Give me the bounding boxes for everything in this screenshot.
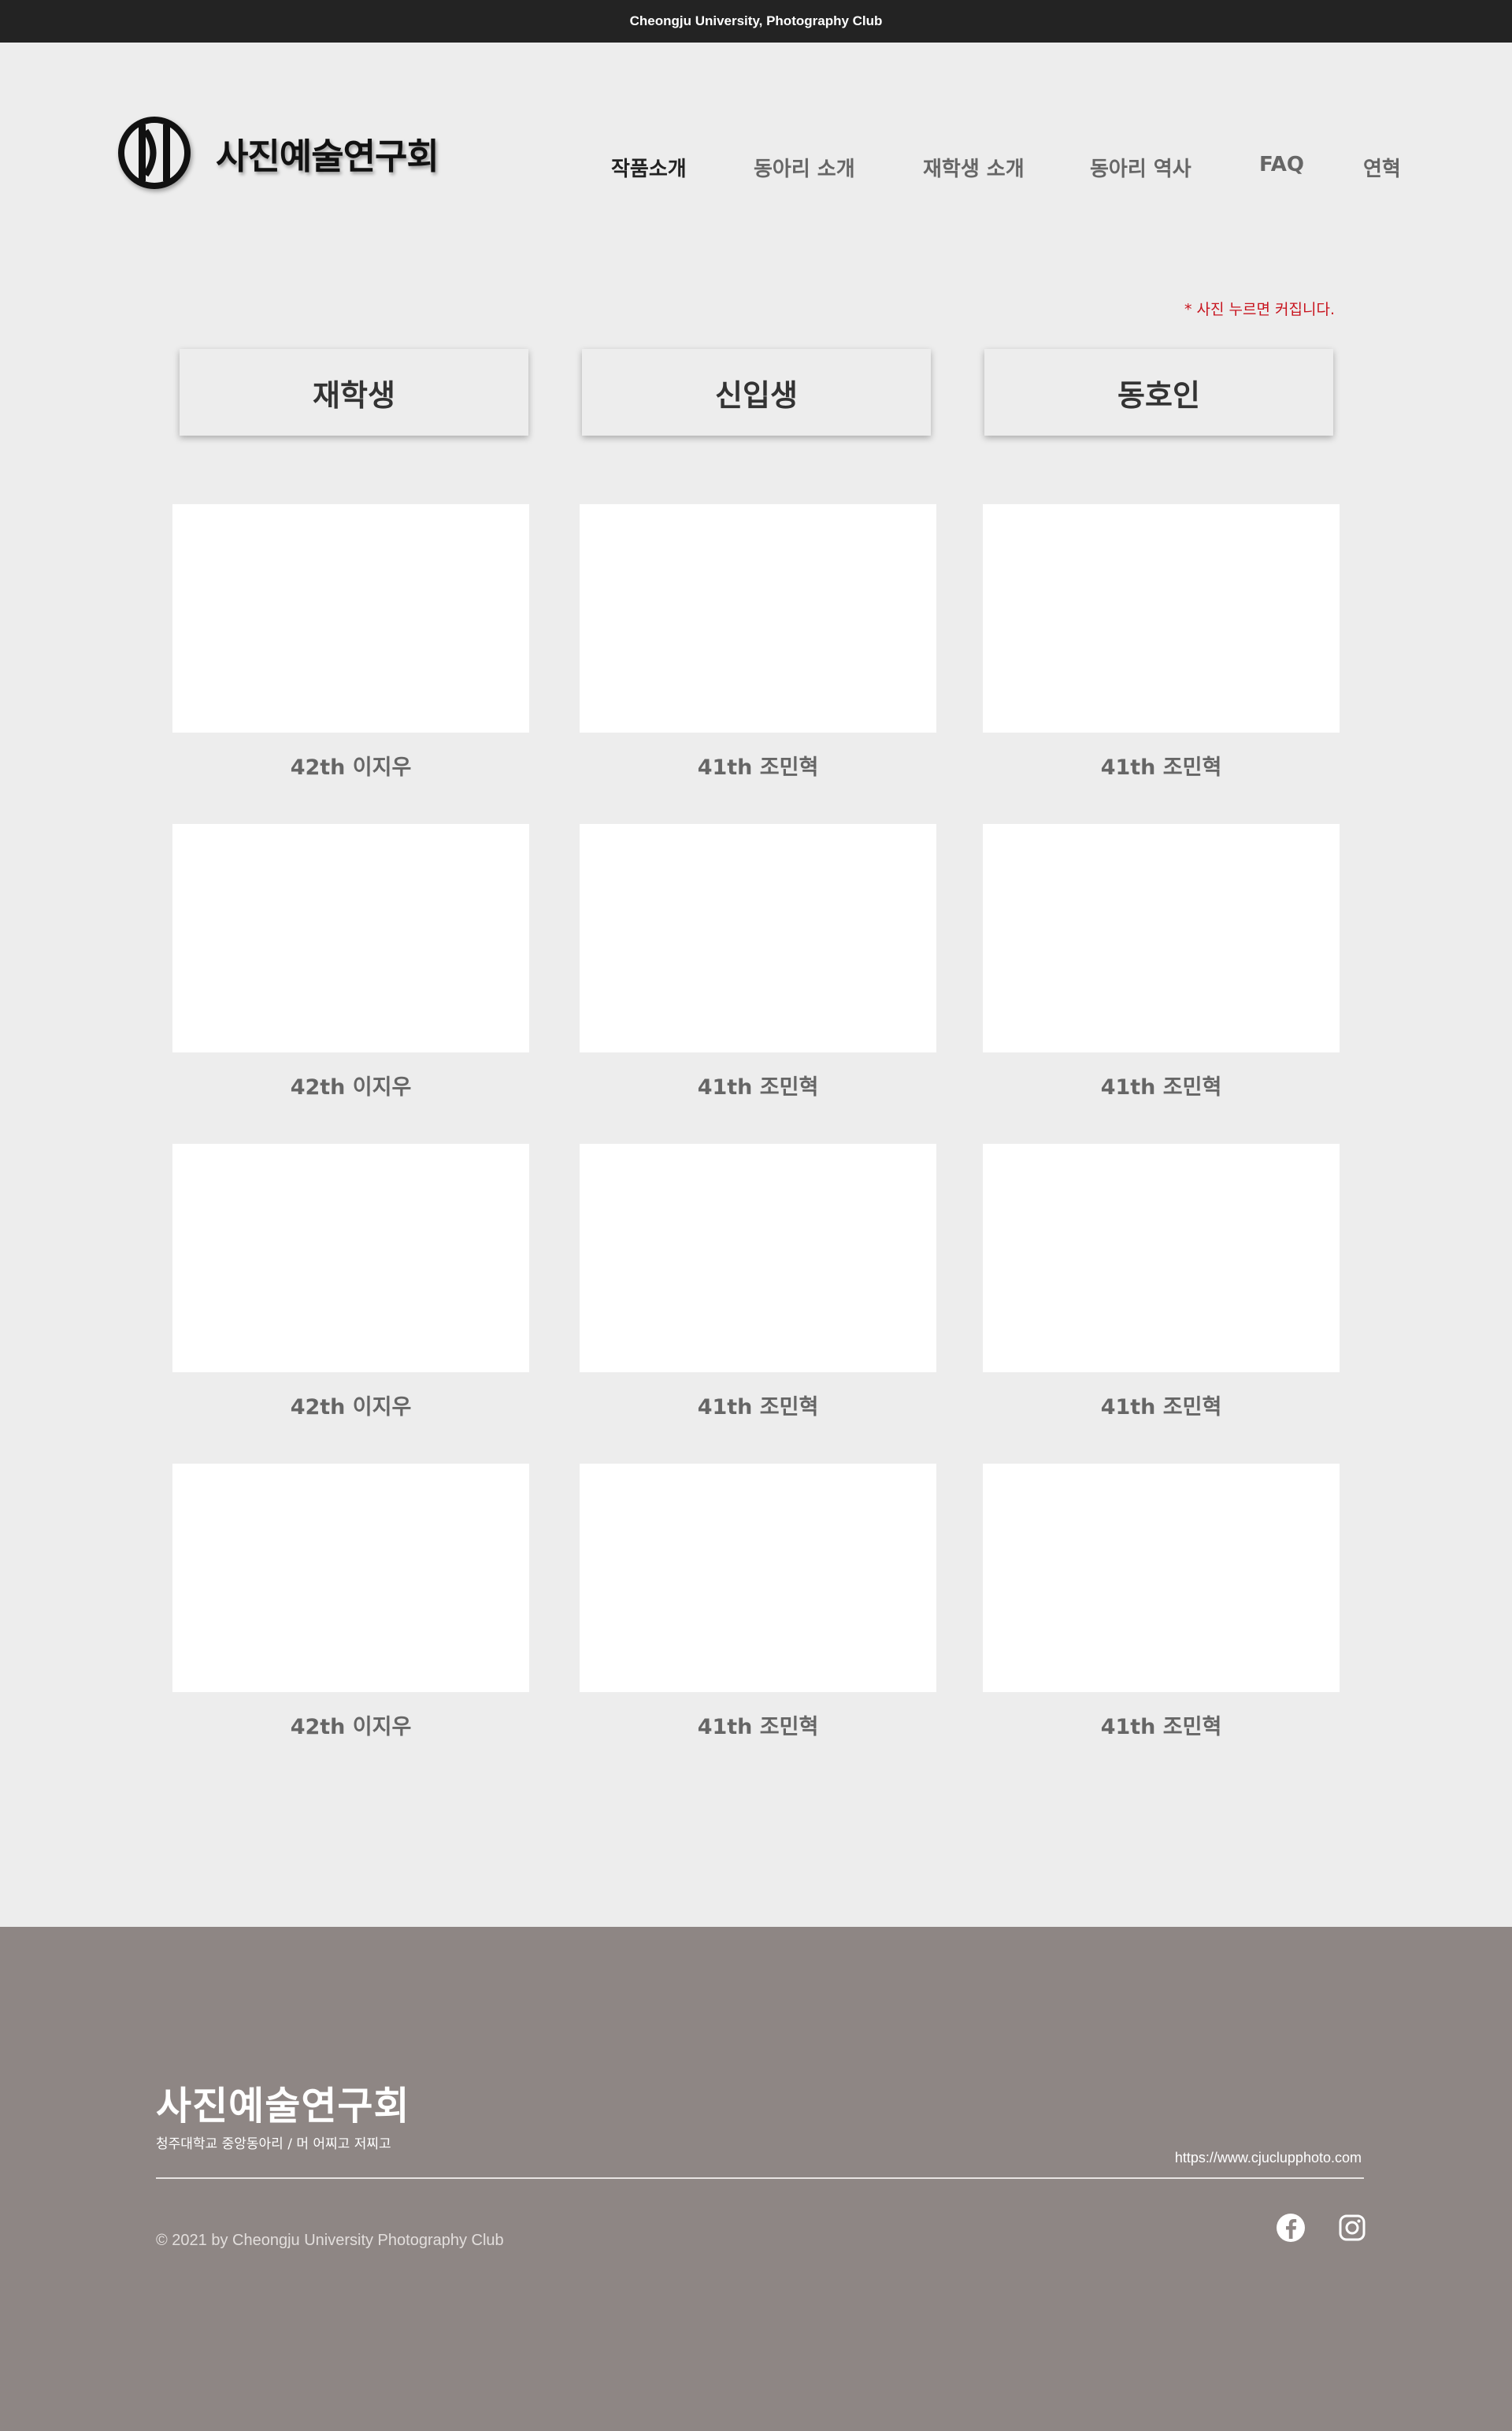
top-banner: Cheongju University, Photography Club — [0, 0, 1512, 43]
footer-copyright: © 2021 by Cheongju University Photograph… — [156, 2232, 504, 2249]
enlarge-hint: * 사진 누르면 커집니다. — [1184, 301, 1335, 318]
gallery-photo[interactable] — [172, 1144, 529, 1372]
photo-caption: 42th 이지우 — [290, 1715, 412, 1739]
footer-title: 사진예술연구회 — [156, 2084, 410, 2129]
gallery-photo[interactable] — [580, 1464, 936, 1692]
facebook-icon[interactable] — [1275, 2212, 1306, 2244]
gallery-photo[interactable] — [172, 504, 529, 733]
photo-caption: 42th 이지우 — [290, 1395, 412, 1420]
nav-item-history[interactable]: 동아리 역사 — [1090, 153, 1191, 182]
photo-caption: 41th 조민혁 — [1100, 755, 1222, 780]
gallery-photo[interactable] — [983, 824, 1340, 1052]
nav-item-works[interactable]: 작품소개 — [611, 153, 687, 182]
gallery-photo[interactable] — [580, 1144, 936, 1372]
nav-item-club-intro[interactable]: 동아리 소개 — [754, 153, 855, 182]
photo-caption: 41th 조민혁 — [1100, 1715, 1222, 1739]
gallery-photo[interactable] — [580, 824, 936, 1052]
nav-item-faq[interactable]: FAQ — [1259, 153, 1304, 176]
photo-caption: 41th 조민혁 — [697, 1715, 819, 1739]
photo-caption: 41th 조민혁 — [697, 1075, 819, 1100]
photo-caption: 41th 조민혁 — [697, 1395, 819, 1420]
nav-item-timeline[interactable]: 연혁 — [1363, 153, 1401, 182]
gallery-photo[interactable] — [983, 1464, 1340, 1692]
footer-subtitle: 청주대학교 중앙동아리 / 머 어찌고 저찌고 — [156, 2136, 391, 2152]
nav-item-students[interactable]: 재학생 소개 — [923, 153, 1025, 182]
photo-caption: 41th 조민혁 — [1100, 1395, 1222, 1420]
site-footer: 사진예술연구회 청주대학교 중앙동아리 / 머 어찌고 저찌고 https://… — [0, 1927, 1512, 2431]
photo-caption: 41th 조민혁 — [697, 755, 819, 780]
gallery-photo[interactable] — [580, 504, 936, 733]
main-nav: 작품소개 동아리 소개 재학생 소개 동아리 역사 FAQ 연혁 — [0, 153, 1512, 181]
category-button-students[interactable]: 재학생 — [180, 349, 528, 436]
gallery-photo[interactable] — [983, 504, 1340, 733]
photo-caption: 42th 이지우 — [290, 1075, 412, 1100]
instagram-icon[interactable] — [1336, 2212, 1368, 2244]
footer-website-link[interactable]: https://www.cjuclupphoto.com — [1175, 2150, 1362, 2166]
top-banner-text: Cheongju University, Photography Club — [629, 13, 883, 28]
category-button-members[interactable]: 동호인 — [984, 349, 1333, 436]
gallery-photo[interactable] — [172, 1464, 529, 1692]
gallery-photo[interactable] — [172, 824, 529, 1052]
gallery-photo[interactable] — [983, 1144, 1340, 1372]
category-button-freshmen[interactable]: 신입생 — [582, 349, 931, 436]
footer-divider — [156, 2177, 1364, 2179]
photo-caption: 41th 조민혁 — [1100, 1075, 1222, 1100]
photo-caption: 42th 이지우 — [290, 755, 412, 780]
